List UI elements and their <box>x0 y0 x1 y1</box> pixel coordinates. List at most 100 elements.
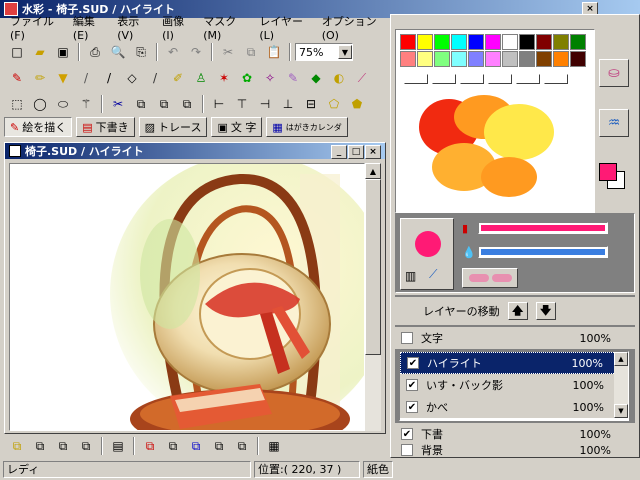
menu-file[interactable]: ファイル(F) <box>4 13 67 42</box>
layer-shift-icon[interactable]: ⧉ <box>208 436 230 457</box>
layer-visibility-checkbox[interactable]: ✔ <box>406 379 418 391</box>
print-icon[interactable]: ⎙ <box>84 42 106 63</box>
palette-swatch[interactable] <box>434 51 450 67</box>
canvas-vscrollbar[interactable]: ▲ <box>365 163 381 431</box>
align-right-icon[interactable]: ⊣ <box>254 94 276 115</box>
new-file-icon[interactable]: □ <box>6 42 28 63</box>
palette-swatch[interactable] <box>553 51 569 67</box>
paste-icon[interactable]: 📋 <box>263 42 285 63</box>
layer-visibility-checkbox[interactable]: ✔ <box>406 401 418 413</box>
mix-well[interactable] <box>544 74 568 84</box>
rect-select-icon[interactable]: ⬚ <box>6 94 28 115</box>
mode-postcard-button[interactable]: ▦ はがきカレンダ <box>266 117 348 137</box>
cut-icon[interactable]: ✂ <box>217 42 239 63</box>
layer-row[interactable]: 背景 100% <box>395 444 635 457</box>
layer-visibility-checkbox[interactable] <box>401 444 413 456</box>
palette-swatch[interactable] <box>417 51 433 67</box>
palette-swatch[interactable] <box>485 51 501 67</box>
layer-blue-icon[interactable]: ⧉ <box>185 436 207 457</box>
palette-swatch[interactable] <box>536 34 552 50</box>
mode-draft-button[interactable]: ▤ 下書き <box>76 117 135 137</box>
bucket-icon[interactable]: ◆ <box>305 68 327 89</box>
spray-icon[interactable]: ♙ <box>190 68 212 89</box>
palette-swatch[interactable] <box>400 51 416 67</box>
brush-tool-icon[interactable]: ⟋ <box>429 267 437 282</box>
palette-swatch[interactable] <box>451 51 467 67</box>
scroll-thumb[interactable] <box>365 179 381 355</box>
stamp-icon[interactable]: ◐ <box>328 68 350 89</box>
palette-swatch[interactable] <box>451 34 467 50</box>
menu-option[interactable]: オプション(O) <box>316 13 390 42</box>
brush-icon[interactable]: ✎ <box>6 68 28 89</box>
mix-well[interactable] <box>488 74 512 84</box>
layer-mask-icon[interactable]: ⧉ <box>231 436 253 457</box>
paint-tubes-icon[interactable]: ▥ <box>405 269 416 283</box>
print-preview-icon[interactable]: 🔍 <box>107 42 129 63</box>
layer-row[interactable]: 文字 100% <box>395 327 635 349</box>
blend-icon[interactable]: ✧ <box>259 68 281 89</box>
layer-visibility-checkbox[interactable]: ✔ <box>401 428 413 440</box>
wash-button[interactable]: ♒ <box>599 109 629 137</box>
palette-swatch[interactable] <box>417 34 433 50</box>
ellipse-select-icon[interactable]: ◯ <box>29 94 51 115</box>
palette-swatch[interactable] <box>400 34 416 50</box>
palette-swatch[interactable] <box>570 51 586 67</box>
palette-swatch[interactable] <box>468 34 484 50</box>
sparkle-icon[interactable]: ✶ <box>213 68 235 89</box>
gradient-icon[interactable]: ⟋ <box>351 68 373 89</box>
pen-icon[interactable]: / <box>75 68 97 89</box>
palette-swatch[interactable] <box>570 34 586 50</box>
water-cup-button[interactable]: ⛀ <box>599 59 629 87</box>
copy-layer-icon[interactable]: ⧉ <box>29 436 51 457</box>
drawing-canvas[interactable] <box>9 163 365 431</box>
undo-icon[interactable]: ↶ <box>162 42 184 63</box>
mode-paint-button[interactable]: ✎ 絵を描く <box>4 117 73 137</box>
thin-pen-icon[interactable]: / <box>98 68 120 89</box>
mix-well[interactable] <box>460 74 484 84</box>
palette-swatch[interactable] <box>468 51 484 67</box>
dropper-icon[interactable]: ✿ <box>236 68 258 89</box>
menu-view[interactable]: 表示(V) <box>111 13 156 42</box>
scroll-up-icon[interactable]: ▲ <box>614 352 628 366</box>
layer-list-scrollbar[interactable]: ▲ ▼ <box>614 352 628 418</box>
canvas-close-icon[interactable]: × <box>365 145 381 159</box>
zoom-select[interactable]: 75% ▼ <box>295 43 353 61</box>
layer-red-icon[interactable]: ⧉ <box>139 436 161 457</box>
lasso-select-icon[interactable]: ⬭ <box>52 94 74 115</box>
palette-swatch[interactable] <box>502 51 518 67</box>
brush-size-toggle[interactable] <box>462 268 518 288</box>
chevron-down-icon[interactable]: ▼ <box>338 45 352 59</box>
marker-icon[interactable]: ▼ <box>52 68 74 89</box>
save-icon[interactable]: ▣ <box>52 42 74 63</box>
fill-pen-icon[interactable]: ✐ <box>167 68 189 89</box>
align-left-icon[interactable]: ⊢ <box>208 94 230 115</box>
scissors-icon[interactable]: ✂ <box>107 94 129 115</box>
mixing-area[interactable] <box>404 92 584 202</box>
current-color-swatch[interactable] <box>599 163 627 191</box>
redo-icon[interactable]: ↷ <box>185 42 207 63</box>
pencil-icon[interactable]: ✏ <box>29 68 51 89</box>
palette-swatch[interactable] <box>553 34 569 50</box>
menu-edit[interactable]: 編集(E) <box>67 13 111 42</box>
crayon-icon[interactable]: / <box>144 68 166 89</box>
maximize-icon[interactable]: □ <box>348 145 364 159</box>
magic-wand-icon[interactable]: ⚚ <box>75 94 97 115</box>
new-layer-icon[interactable]: ⧉ <box>6 436 28 457</box>
layer-down-icon[interactable]: ⧉ <box>162 436 184 457</box>
paint-amount-slider[interactable] <box>478 222 608 234</box>
copy-region-icon[interactable]: ⧉ <box>130 94 152 115</box>
arrow-up-icon[interactable]: 🡅 <box>507 302 528 320</box>
palette-swatch[interactable] <box>519 34 535 50</box>
scan-icon[interactable]: ⎘ <box>130 42 152 63</box>
layer-row-selected[interactable]: ✔ ハイライト 100% <box>400 352 628 374</box>
palette-swatch[interactable] <box>502 34 518 50</box>
water-amount-slider[interactable] <box>478 246 608 258</box>
duplicate-layer-icon[interactable]: ⧉ <box>75 436 97 457</box>
scroll-up-icon[interactable]: ▲ <box>365 163 381 179</box>
merge-layer-icon[interactable]: ⧉ <box>52 436 74 457</box>
menu-layer[interactable]: レイヤー(L) <box>253 13 315 42</box>
copy-icon[interactable]: ⧉ <box>240 42 262 63</box>
mode-text-button[interactable]: ▣ 文 字 <box>211 117 263 137</box>
menu-image[interactable]: 画像(I) <box>156 13 197 42</box>
layer-row[interactable]: ✔ いす・バック影 100% <box>400 374 628 396</box>
